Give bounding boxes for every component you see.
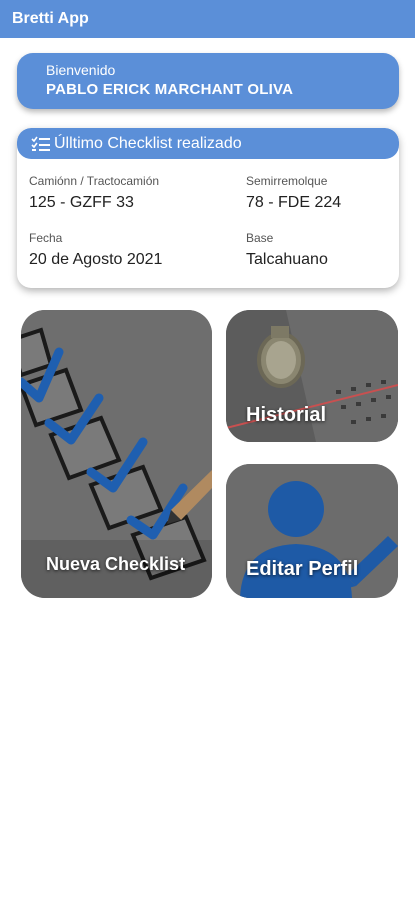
edit-profile-label: Editar Perfil [246,558,359,580]
user-name: PABLO ERICK MARCHANT OLIVA [46,81,294,98]
last-checklist-header: Úlltimo Checklist realizado [17,128,399,159]
history-label: Historial [246,404,327,426]
history-tile[interactable]: Historial [226,310,398,442]
last-checklist-title: Úlltimo Checklist realizado [54,134,242,152]
last-checklist-card[interactable]: Úlltimo Checklist realizado Camiónn / Tr… [17,128,399,288]
welcome-greeting: Bienvenido [46,62,116,78]
trailer-value: 78 - FDE 224 [246,194,342,211]
welcome-banner: Bienvenido PABLO ERICK MARCHANT OLIVA [17,53,399,109]
truck-label: Camiónn / Tractocamión [29,174,160,188]
trailer-label: Semirremolque [246,174,328,188]
base-value: Talcahuano [246,251,328,268]
app-bar: Bretti App [0,0,415,38]
truck-value: 125 - GZFF 33 [29,194,134,211]
date-label: Fecha [29,231,63,245]
edit-profile-tile[interactable]: Editar Perfil [226,464,398,598]
list-check-icon [31,136,51,152]
app-title: Bretti App [12,10,89,27]
date-field: Fecha 20 de Agosto 2021 [29,231,162,270]
base-label: Base [246,231,274,245]
new-checklist-tile[interactable]: Nueva Checklist [21,310,212,598]
base-field: Base Talcahuano [246,231,328,270]
trailer-field: Semirremolque 78 - FDE 224 [246,174,341,213]
new-checklist-label: Nueva Checklist [46,554,186,574]
truck-field: Camiónn / Tractocamión 125 - GZFF 33 [29,174,159,213]
date-value: 20 de Agosto 2021 [29,251,163,268]
